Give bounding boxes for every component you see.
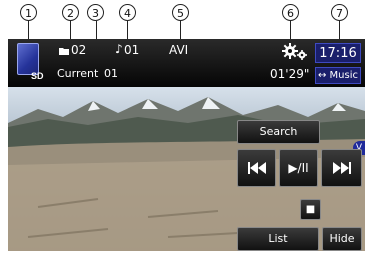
current-value: 01 <box>104 67 118 80</box>
previous-icon <box>247 162 266 174</box>
media-label: SD <box>31 71 44 81</box>
hide-button[interactable]: Hide <box>322 227 362 251</box>
sd-card-icon[interactable]: SD <box>13 43 45 83</box>
stop-button[interactable]: ■ <box>300 199 321 220</box>
video-player-screen: SD 02 Current 01 ♪ 01 AVI 17:16 01'29" ↔… <box>8 39 365 251</box>
previous-track-button[interactable] <box>237 149 276 187</box>
elapsed-time: 01'29" <box>270 67 310 81</box>
callout-6: 6 <box>282 4 299 21</box>
status-bar: SD 02 Current 01 ♪ 01 AVI 17:16 01'29" ↔… <box>8 39 365 87</box>
music-source-button[interactable]: ↔ Music <box>315 67 361 84</box>
settings-gear-icon[interactable] <box>282 43 308 61</box>
clock: 17:16 <box>315 43 361 63</box>
current-label: Current <box>57 67 99 80</box>
music-note-icon: ♪ <box>115 42 123 56</box>
list-button[interactable]: List <box>237 227 319 251</box>
track-number: 01 <box>124 43 140 57</box>
callout-3: 3 <box>87 4 104 21</box>
callout-2: 2 <box>62 4 79 21</box>
video-frame[interactable]: V Search ▶/II ■ List Hide <box>8 87 365 251</box>
callout-7: 7 <box>331 4 348 21</box>
search-button[interactable]: Search <box>237 120 320 144</box>
file-type: AVI <box>169 43 189 57</box>
folder-icon <box>59 48 69 55</box>
callout-4: 4 <box>119 4 136 21</box>
callout-5: 5 <box>172 4 189 21</box>
next-icon <box>332 162 351 174</box>
next-track-button[interactable] <box>321 149 362 187</box>
callout-1: 1 <box>20 4 37 21</box>
folder-number: 02 <box>71 43 87 57</box>
play-pause-button[interactable]: ▶/II <box>279 149 318 187</box>
